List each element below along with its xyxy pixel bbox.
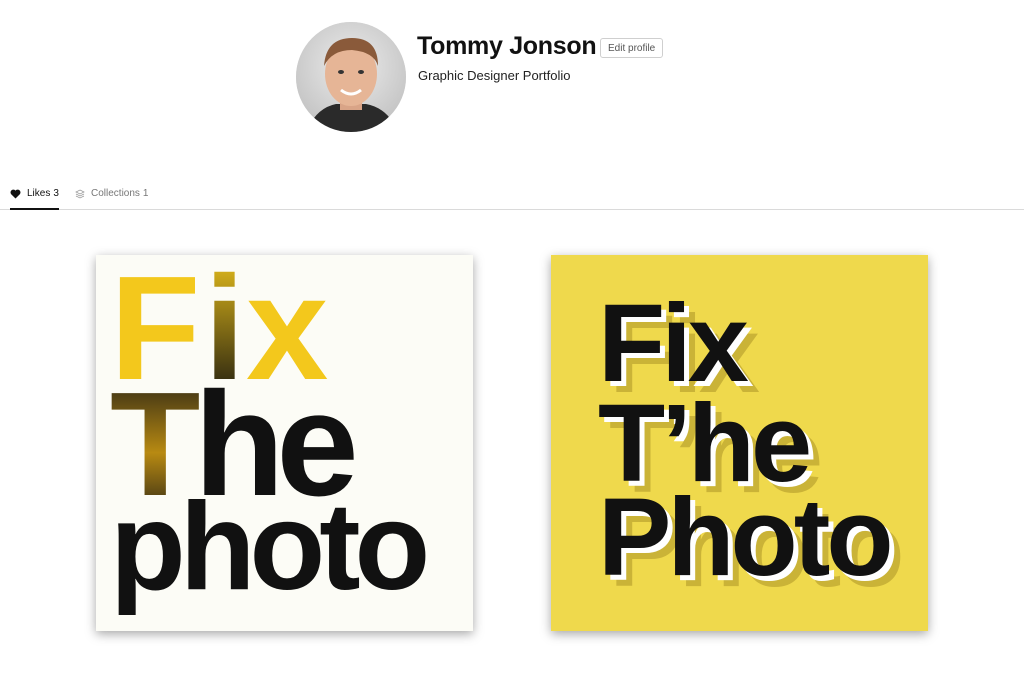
tab-likes[interactable]: Likes 3 [10, 178, 59, 210]
tab-collections[interactable]: Collections 1 [75, 178, 148, 209]
edit-profile-button[interactable]: Edit profile [600, 38, 664, 58]
avatar-photo [296, 22, 406, 132]
heart-icon [10, 189, 21, 199]
profile-subtitle: Graphic Designer Portfolio [418, 68, 571, 83]
profile-tabs: Likes 3 Collections 1 [0, 178, 1024, 210]
tab-count: 3 [53, 188, 59, 199]
tab-label: Likes [27, 188, 51, 199]
liked-card[interactable]: F i x T he photo [96, 255, 473, 631]
profile-name: Tommy Jonson [417, 32, 597, 60]
stack-icon [75, 189, 85, 198]
tab-count: 1 [142, 188, 149, 199]
card-artwork: F i x T he photo [110, 255, 432, 616]
word-photo: Photo [598, 476, 890, 599]
avatar[interactable] [296, 22, 406, 132]
card-artwork: Fix Fix Fix T’he T’he T’he Photo Photo P… [598, 282, 905, 610]
tab-label: Collections [91, 188, 140, 199]
liked-card[interactable]: Fix Fix Fix T’he T’he T’he Photo Photo P… [551, 255, 928, 631]
word-photo: photo [110, 478, 426, 616]
